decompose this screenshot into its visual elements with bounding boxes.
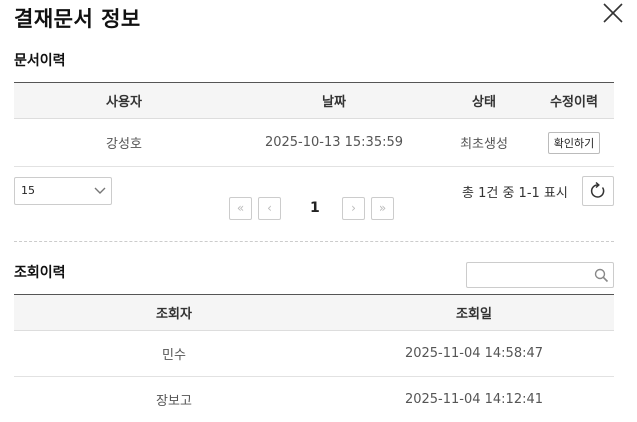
section-divider — [14, 241, 614, 242]
view-search-field[interactable] — [466, 262, 614, 288]
page-size-select[interactable]: 15 — [14, 177, 112, 205]
table-row: 민수 2025-11-04 14:58:47 — [14, 330, 614, 377]
prev-page-button[interactable]: ‹ — [258, 197, 281, 220]
col-header-viewer[interactable]: 조회자 — [14, 294, 334, 331]
table-row: 장보고 2025-11-04 14:12:41 — [14, 376, 614, 422]
chevron-down-icon — [94, 187, 106, 194]
modal-title: 결재문서 정보 — [14, 7, 141, 31]
page-size-value: 15 — [21, 184, 35, 197]
history-section-title: 문서이력 — [14, 53, 66, 69]
cell-view-date: 2025-11-04 14:12:41 — [334, 376, 614, 422]
cell-status: 최초생성 — [434, 118, 534, 167]
views-header-row: 조회자 조회일 — [14, 294, 614, 331]
col-header-edit-history[interactable]: 수정이력 — [534, 82, 614, 119]
cell-action: 확인하기 — [534, 118, 614, 167]
cell-view-date: 2025-11-04 14:58:47 — [334, 330, 614, 377]
current-page-number[interactable]: 1 — [310, 200, 320, 216]
refresh-button[interactable] — [582, 176, 614, 206]
views-table: 조회자 조회일 민수 2025-11-04 14:58:47 장보고 2025-… — [14, 294, 614, 422]
col-header-date[interactable]: 날짜 — [234, 82, 434, 119]
col-header-status[interactable]: 상태 — [434, 82, 534, 119]
search-icon[interactable] — [594, 268, 609, 283]
close-icon — [603, 3, 623, 23]
cell-user: 강성호 — [14, 118, 234, 167]
next-page-button[interactable]: › — [342, 197, 365, 220]
last-page-button[interactable]: » — [371, 197, 394, 220]
record-summary: 총 1건 중 1-1 표시 — [462, 186, 568, 201]
history-table: 사용자 날짜 상태 수정이력 강성호 2025-10-13 15:35:59 최… — [14, 82, 614, 167]
cell-viewer: 민수 — [14, 330, 334, 377]
search-input[interactable] — [467, 263, 587, 287]
cell-viewer: 장보고 — [14, 376, 334, 422]
col-header-view-date[interactable]: 조회일 — [334, 294, 614, 331]
col-header-user[interactable]: 사용자 — [14, 82, 234, 119]
table-row: 강성호 2025-10-13 15:35:59 최초생성 확인하기 — [14, 118, 614, 167]
cell-date: 2025-10-13 15:35:59 — [234, 118, 434, 167]
refresh-icon — [590, 181, 605, 198]
views-section-title: 조회이력 — [14, 265, 66, 281]
history-header-row: 사용자 날짜 상태 수정이력 — [14, 82, 614, 119]
first-page-button[interactable]: « — [229, 197, 252, 220]
close-button[interactable] — [600, 0, 626, 26]
confirm-button[interactable]: 확인하기 — [547, 131, 601, 154]
